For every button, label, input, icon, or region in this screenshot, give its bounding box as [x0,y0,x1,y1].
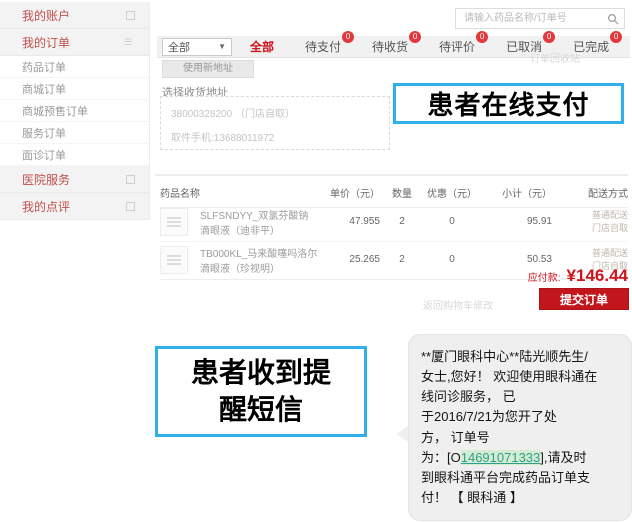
header-drug-name: 药品名称 [160,185,318,200]
sidebar-subitem-label: 服务订单 [22,125,66,141]
subtotal: 50.53 [480,254,552,265]
order-recycle-link[interactable]: 订单回收站 [530,50,580,65]
tab-pending-receipt[interactable]: 待收货 0 [372,38,408,55]
subtotal: 95.91 [480,216,552,227]
tab-all[interactable]: 全部 [250,38,274,55]
sidebar-subitem-label: 商城订单 [22,81,66,97]
sidebar-item-label: 医院服务 [22,171,70,188]
sidebar-item-my-orders[interactable]: 我的订单 ☰ [0,29,149,56]
count-badge: 0 [342,31,354,43]
count-badge: 0 [409,31,421,43]
tab-label: 待收货 [372,40,408,54]
order-total: 应付款: ¥146.44 [528,266,628,286]
product-thumbnail [160,208,188,236]
sms-reminder-callout: 患者收到提醒短信 [155,346,367,437]
sidebar-item-hospital-services[interactable]: 医院服务 [0,166,149,193]
unit-price: 47.955 [318,216,380,227]
header-qty: 数量 [380,185,424,200]
square-icon [126,202,135,211]
order-type-dropdown[interactable]: 全部 ▼ [162,38,232,56]
selected-address-card[interactable]: 38000328200 （门店自取） 取件手机:13688011972 [160,96,390,150]
address-phone: 取件手机:13688011972 [171,129,379,144]
sms-message-bubble: **厦门眼科中心**陆光顺先生/ 女士,您好！ 欢迎使用眼科通在 线问诊服务， … [408,334,632,521]
qty: 2 [380,216,424,227]
square-icon [126,175,135,184]
search-input[interactable] [456,9,624,28]
tab-label: 待评价 [439,40,475,54]
sidebar-item-label: 我的订单 [22,34,70,51]
count-badge: 0 [543,31,555,43]
chevron-down-icon: ▼ [218,42,226,51]
sms-text-before: **厦门眼科中心**陆光顺先生/ 女士,您好！ 欢迎使用眼科通在 线问诊服务， … [421,349,597,465]
page: 我的账户 我的订单 ☰ 药品订单 商城订单 商城预售订单 服务订单 面诊订单 医… [0,0,632,522]
table-row: SLFSNDYY_双氯芬酸钠滴眼液（迪非平） 47.955 2 0 95.91 … [160,202,628,242]
tab-label: 待支付 [305,40,341,54]
payable-label: 应付款: [528,269,561,284]
sidebar-subitem-label: 药品订单 [22,59,66,75]
cart-note[interactable]: 返回购物车修改 [423,297,493,312]
drug-name[interactable]: SLFSNDYY_双氯芬酸钠滴眼液（迪非平） [200,207,318,237]
header-discount: 优惠（元） [424,185,480,200]
order-search [455,8,625,29]
sidebar: 我的账户 我的订单 ☰ 药品订单 商城订单 商城预售订单 服务订单 面诊订单 医… [0,2,150,220]
sidebar-subitem-drug-orders[interactable]: 药品订单 [0,56,149,78]
tab-pending-payment[interactable]: 待支付 0 [305,38,341,55]
sidebar-item-my-reviews[interactable]: 我的点评 [0,193,149,220]
sidebar-subitem-consult-orders[interactable]: 面诊订单 [0,144,149,166]
count-badge: 0 [610,31,622,43]
square-icon [126,11,135,20]
count-badge: 0 [476,31,488,43]
use-new-address-button[interactable]: 使用新地址 [162,60,254,78]
discount: 0 [424,254,480,265]
address-line1: 38000328200 （门店自取） [171,105,379,120]
dropdown-value: 全部 [168,39,190,55]
sidebar-item-label: 我的点评 [22,198,70,215]
header-delivery: 配送方式 [552,185,628,200]
delivery-line2: 门店自取 [592,223,628,233]
qty: 2 [380,254,424,265]
sidebar-subitem-mall-orders[interactable]: 商城订单 [0,78,149,100]
drug-name[interactable]: TB000KL_马来酸噻吗洛尔滴眼液（珍视明） [200,245,318,275]
sms-order-number-link: 14691071333 [461,450,541,465]
search-icon[interactable] [607,13,619,25]
product-thumbnail [160,246,188,274]
sidebar-subitem-label: 商城预售订单 [22,103,88,119]
unit-price: 25.265 [318,254,380,265]
tab-label: 全部 [250,40,274,54]
header-unit-price: 单价（元） [318,185,380,200]
header-subtotal: 小计（元） [480,185,552,200]
online-payment-callout: 患者在线支付 [393,83,624,124]
section-divider [155,174,628,176]
sidebar-item-label: 我的账户 [22,7,70,24]
submit-order-button[interactable]: 提交订单 [539,288,629,310]
delivery-method: 普通配送 门店自取 [552,209,628,234]
payable-amount: ¥146.44 [567,266,628,286]
sidebar-subitem-label: 面诊订单 [22,147,66,163]
discount: 0 [424,216,480,227]
sidebar-item-my-account[interactable]: 我的账户 [0,2,149,29]
delivery-line1: 普通配送 [592,210,628,220]
sidebar-subitem-presale-orders[interactable]: 商城预售订单 [0,100,149,122]
tab-pending-review[interactable]: 待评价 0 [439,38,475,55]
delivery-line1: 普通配送 [592,248,628,258]
menu-icon: ☰ [124,38,135,47]
sidebar-subitem-service-orders[interactable]: 服务订单 [0,122,149,144]
